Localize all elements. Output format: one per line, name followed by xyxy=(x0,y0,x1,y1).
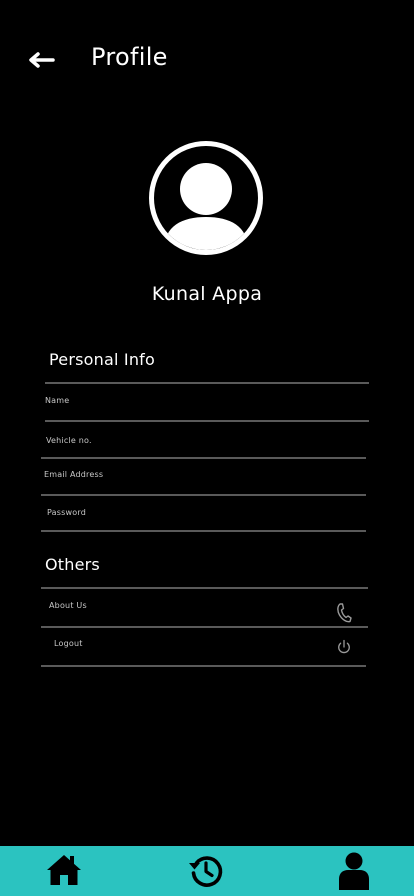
back-button[interactable] xyxy=(26,46,58,74)
divider xyxy=(41,626,368,628)
divider xyxy=(41,530,366,532)
phone-icon xyxy=(337,603,352,623)
divider xyxy=(41,587,368,589)
user-avatar-icon xyxy=(164,163,248,250)
divider xyxy=(41,665,366,667)
logout-row[interactable]: Logout xyxy=(41,639,366,675)
history-icon xyxy=(189,856,223,887)
profile-icon xyxy=(339,852,369,890)
arrow-left-icon xyxy=(29,52,55,68)
divider xyxy=(45,420,369,422)
password-label: Password xyxy=(47,508,86,517)
name-label: Name xyxy=(45,396,70,405)
divider xyxy=(45,382,369,384)
email-label: Email Address xyxy=(44,470,104,479)
logout-label: Logout xyxy=(54,639,83,648)
about-us-row[interactable]: About Us xyxy=(41,601,368,637)
personal-info-title: Personal Info xyxy=(49,350,155,369)
home-icon xyxy=(47,855,81,885)
divider xyxy=(41,457,366,459)
password-field[interactable]: Password xyxy=(47,508,366,538)
nav-home[interactable] xyxy=(44,852,84,890)
about-us-label: About Us xyxy=(49,601,87,610)
power-icon xyxy=(338,639,350,654)
profile-avatar[interactable] xyxy=(149,141,263,255)
user-name: Kunal Appa xyxy=(151,283,263,305)
page-title: Profile xyxy=(91,43,168,71)
nav-profile[interactable] xyxy=(334,852,374,890)
bottom-navigation xyxy=(0,846,414,896)
vehicle-number-label: Vehicle no. xyxy=(46,436,92,445)
nav-history[interactable] xyxy=(186,852,226,890)
others-title: Others xyxy=(45,555,100,574)
app-header: Profile xyxy=(0,40,414,80)
divider xyxy=(41,494,366,496)
vehicle-number-field[interactable]: Vehicle no. xyxy=(46,436,366,466)
